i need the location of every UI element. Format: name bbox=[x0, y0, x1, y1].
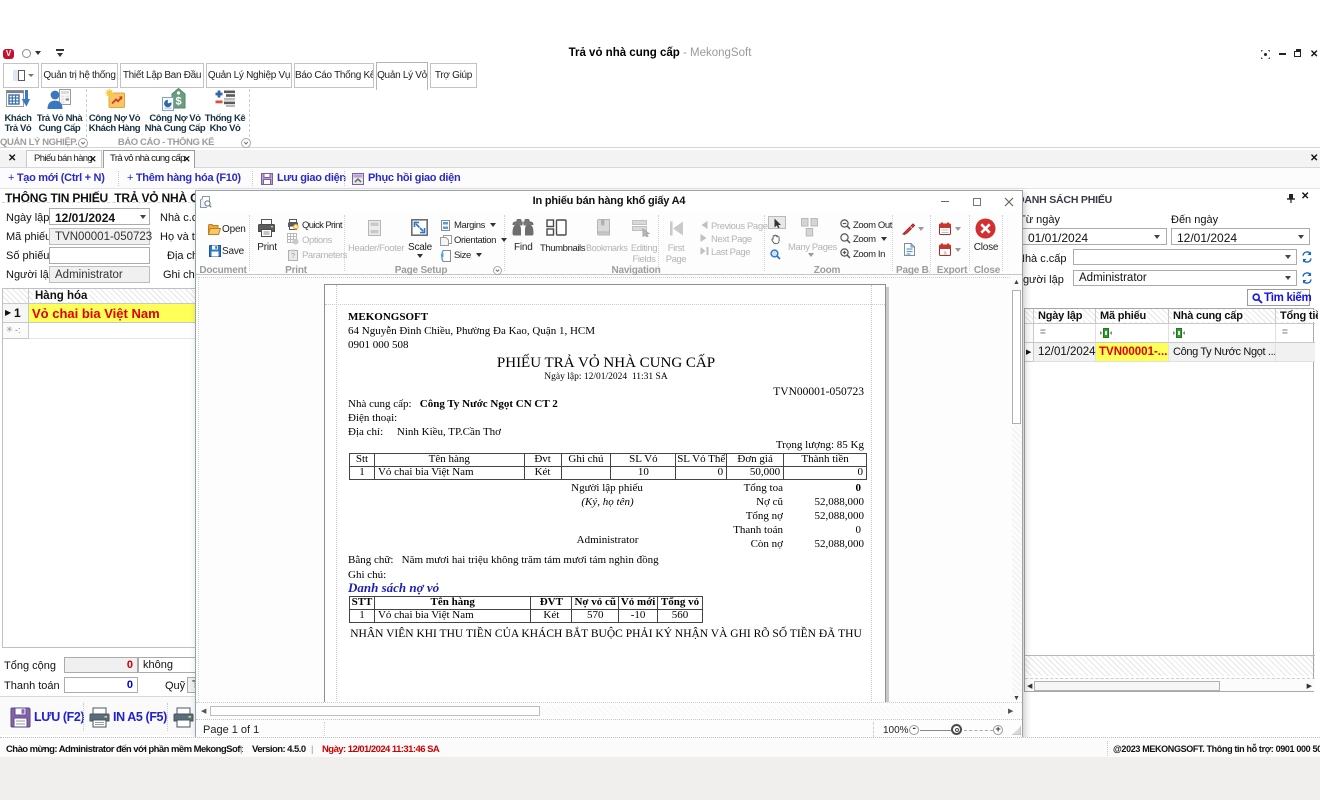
svg-text:$: $ bbox=[175, 96, 181, 108]
svg-text:?: ? bbox=[291, 253, 295, 260]
